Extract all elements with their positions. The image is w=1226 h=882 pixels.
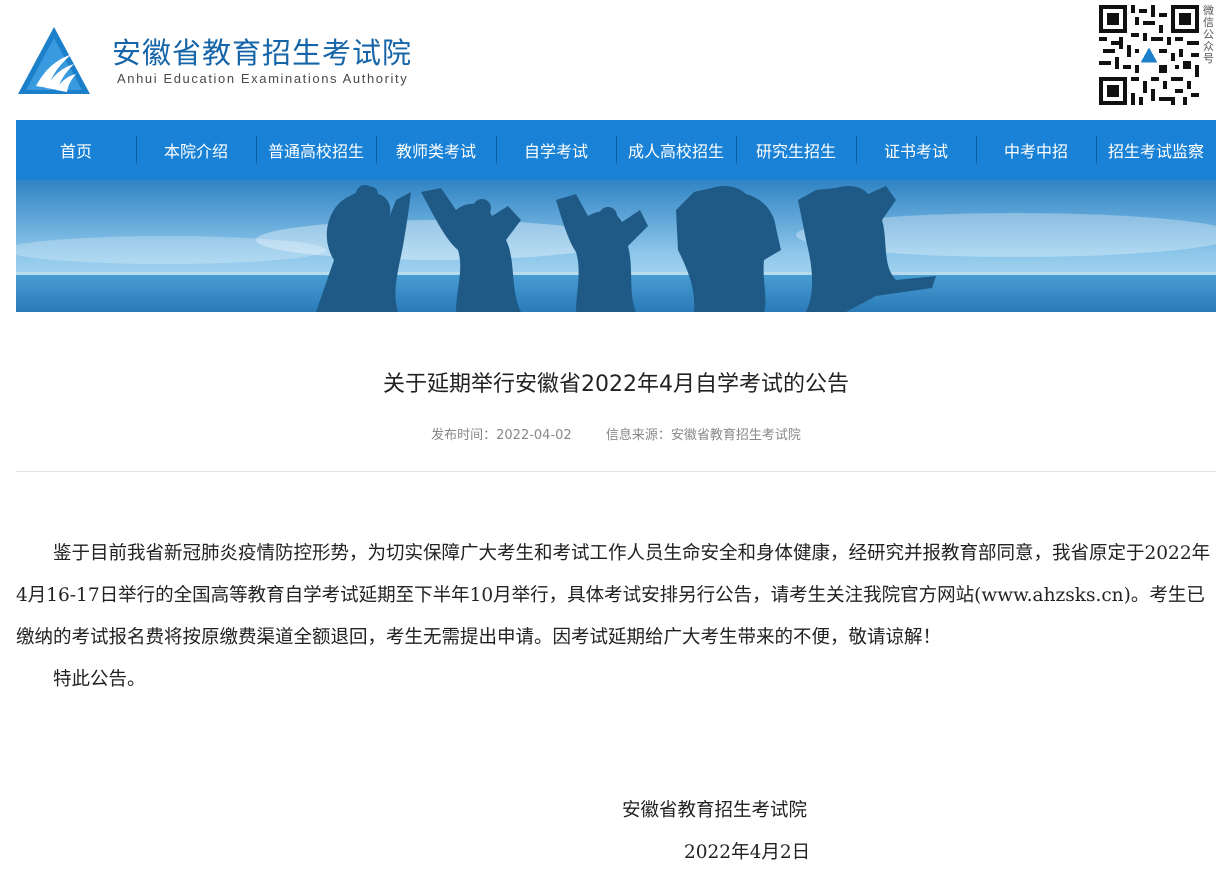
- nav-item-certificate-exam[interactable]: 证书考试: [856, 120, 976, 180]
- nav-item-middle-school[interactable]: 中考中招: [976, 120, 1096, 180]
- signature-org: 安徽省教育招生考试院: [622, 800, 808, 821]
- triangle-flame-logo-icon[interactable]: [16, 24, 92, 96]
- paragraph: 鉴于目前我省新冠肺炎疫情防控形势，为切实保障广大考生和考试工作人员生命安全和身体…: [16, 543, 1211, 648]
- publish-time: 发布时间：2022-04-02: [431, 428, 572, 443]
- nav-item-home[interactable]: 首页: [16, 120, 136, 180]
- site-subtitle: Anhui Education Examinations Authority: [117, 71, 409, 86]
- nav-item-college-admission[interactable]: 普通高校招生: [256, 120, 376, 180]
- site-header: 安徽省教育招生考试院 Anhui Education Examinations …: [0, 0, 1226, 120]
- qr-label: 微信公众号: [1203, 4, 1214, 65]
- main-nav: 首页 本院介绍 普通高校招生 教师类考试 自学考试 成人高校招生 研究生招生 证…: [16, 120, 1216, 180]
- article-title: 关于延期举行安徽省2022年4月自学考试的公告: [383, 372, 849, 397]
- site-title[interactable]: 安徽省教育招生考试院: [112, 30, 412, 72]
- graduation-banner: [16, 180, 1216, 312]
- nav-item-teacher-exam[interactable]: 教师类考试: [376, 120, 496, 180]
- signature-date: 2022年4月2日: [684, 842, 811, 863]
- article-body: 鉴于目前我省新冠肺炎疫情防控形势，为切实保障广大考生和考试工作人员生命安全和身体…: [16, 533, 1216, 701]
- nav-item-exam-supervision[interactable]: 招生考试监察: [1096, 120, 1216, 180]
- nav-item-graduate-admission[interactable]: 研究生招生: [736, 120, 856, 180]
- nav-item-adult-admission[interactable]: 成人高校招生: [616, 120, 736, 180]
- paragraph: 特此公告。: [53, 669, 146, 690]
- wechat-qr-code-icon: [1099, 5, 1199, 105]
- nav-item-self-study-exam[interactable]: 自学考试: [496, 120, 616, 180]
- nav-item-about[interactable]: 本院介绍: [136, 120, 256, 180]
- divider: [16, 471, 1216, 472]
- article-meta: 发布时间：2022-04-02 信息来源：安徽省教育招生考试院: [16, 424, 1216, 443]
- info-source: 信息来源：安徽省教育招生考试院: [605, 428, 801, 443]
